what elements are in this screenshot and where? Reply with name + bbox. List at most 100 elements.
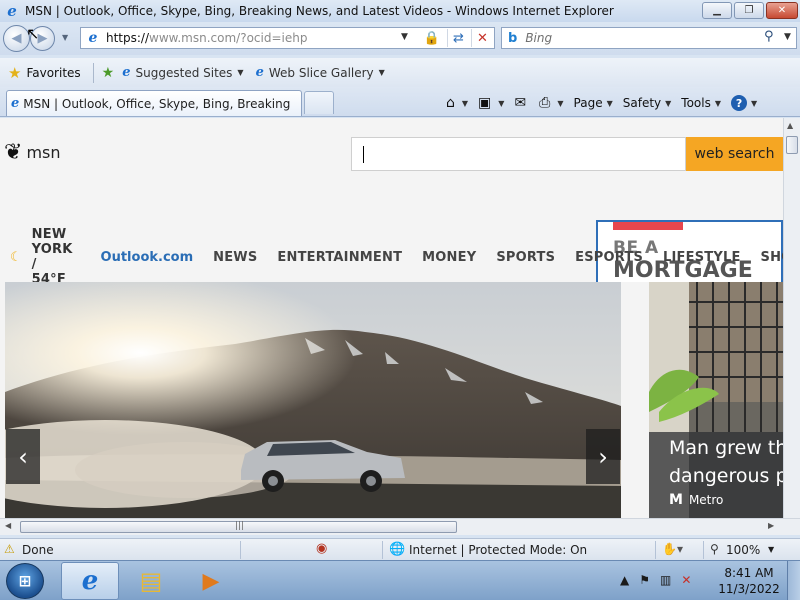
volume-muted-icon[interactable]: ✕ bbox=[681, 573, 691, 587]
side-story-card[interactable]: Man grew the dangerous p M Metro bbox=[649, 282, 783, 518]
system-tray: ▲ ⚑ ▥ ✕ bbox=[620, 573, 691, 587]
nav-lifestyle[interactable]: LIFESTYLE bbox=[663, 250, 741, 265]
horizontal-scroll-thumb[interactable]: ||| bbox=[20, 521, 457, 533]
help-button[interactable]: ? ▼ bbox=[731, 95, 757, 111]
windows-logo-icon: ⊞ bbox=[18, 572, 32, 590]
status-divider bbox=[240, 541, 241, 559]
popup-blocker-icon[interactable]: ✋▾ bbox=[662, 542, 683, 556]
msn-nav: ☾ NEW YORK / 54°F Outlook.com NEWS ENTER… bbox=[0, 227, 783, 287]
start-button[interactable]: ⊞ bbox=[6, 563, 44, 599]
page-menu-label: Page bbox=[573, 96, 603, 110]
nav-sports[interactable]: SPORTS bbox=[496, 250, 555, 265]
page-menu[interactable]: Page ▼ bbox=[574, 96, 613, 110]
network-icon[interactable]: ▥ bbox=[660, 573, 671, 587]
refresh-button[interactable]: ⇄ bbox=[447, 29, 469, 47]
carousel-gap bbox=[621, 282, 649, 518]
chevron-down-icon: ▼ bbox=[498, 98, 505, 108]
status-bar: ⚠ Done ◉ 🌐 Internet | Protected Mode: On… bbox=[0, 538, 800, 560]
close-button[interactable]: ✕ bbox=[766, 2, 798, 19]
nav-money[interactable]: MONEY bbox=[422, 250, 476, 265]
address-bar[interactable]: e https://www.msn.com/?ocid=iehp ▼ 🔒 ⇄ ✕ bbox=[80, 27, 495, 49]
system-clock[interactable]: 8:41 AM 11/3/2022 bbox=[718, 565, 780, 597]
url-host: www.msn.com bbox=[149, 31, 237, 45]
taskbar-media-player[interactable]: ▶ bbox=[182, 562, 240, 600]
url-prefix: https:// bbox=[106, 31, 150, 45]
taskbar-file-explorer[interactable]: ▤ bbox=[122, 562, 180, 600]
maximize-button[interactable]: ❐ bbox=[734, 2, 764, 19]
ie-icon: e bbox=[11, 96, 20, 111]
vertical-scrollbar[interactable]: ▲ bbox=[783, 118, 800, 518]
search-box[interactable]: b Bing ⚲ ▼ bbox=[501, 27, 797, 49]
back-arrow-icon: ◀ bbox=[11, 31, 22, 46]
hero-image bbox=[5, 282, 621, 518]
hero-carousel[interactable]: ‹ › bbox=[5, 282, 621, 518]
carousel-next-button[interactable]: › bbox=[586, 429, 620, 484]
lock-icon[interactable]: 🔒 bbox=[421, 29, 443, 47]
nav-shop[interactable]: SHOP bbox=[761, 250, 783, 265]
ie-icon: e bbox=[7, 2, 17, 20]
chevron-down-icon: ▼ bbox=[751, 98, 758, 108]
nav-esports[interactable]: ESPORTS bbox=[575, 250, 643, 265]
search-icon[interactable]: ⚲ bbox=[764, 29, 774, 44]
print-button[interactable]: ⎙ ▼ bbox=[539, 95, 563, 111]
vertical-scroll-thumb[interactable] bbox=[786, 136, 798, 154]
chevron-down-icon: ▼ bbox=[237, 68, 244, 77]
help-icon: ? bbox=[731, 95, 748, 111]
search-dropdown-icon[interactable]: ▼ bbox=[784, 32, 791, 42]
carousel-prev-button[interactable]: ‹ bbox=[6, 429, 40, 484]
show-hidden-icons[interactable]: ▲ bbox=[620, 573, 629, 587]
home-button[interactable]: ⌂ ▼ bbox=[446, 95, 468, 111]
tools-menu[interactable]: Tools ▼ bbox=[681, 96, 721, 110]
side-story-headline[interactable]: Man grew the dangerous p bbox=[669, 434, 783, 490]
url-text[interactable]: https://www.msn.com/?ocid=iehp bbox=[106, 31, 307, 45]
scroll-up-icon[interactable]: ▲ bbox=[787, 121, 793, 130]
warning-icon[interactable]: ⚠ bbox=[4, 542, 15, 556]
nav-entertainment[interactable]: ENTERTAINMENT bbox=[277, 250, 402, 265]
ie-icon: e bbox=[81, 566, 99, 596]
scroll-right-icon[interactable]: ▶ bbox=[768, 521, 774, 530]
zoom-dropdown-icon[interactable]: ▼ bbox=[768, 545, 774, 554]
stop-button[interactable]: ✕ bbox=[471, 29, 493, 47]
feeds-button[interactable]: ▣ ▼ bbox=[478, 95, 504, 111]
favorites-separator bbox=[92, 62, 94, 83]
msn-logo[interactable]: ❦ msn bbox=[4, 140, 61, 165]
metro-logo-icon: M bbox=[669, 492, 683, 508]
privacy-report-icon[interactable]: ◉ bbox=[316, 541, 327, 556]
recent-pages-dropdown[interactable]: ▼ bbox=[62, 33, 68, 42]
chevron-down-icon: ▼ bbox=[378, 68, 385, 77]
favorites-button[interactable]: ★ Favorites bbox=[8, 64, 81, 82]
add-to-favorites-icon[interactable]: ★ bbox=[102, 65, 115, 81]
moon-icon: ☾ bbox=[10, 249, 22, 265]
folder-icon: ▤ bbox=[139, 567, 163, 595]
favorites-label: Favorites bbox=[26, 65, 81, 80]
nav-news[interactable]: NEWS bbox=[213, 250, 257, 265]
ad-accent-bar bbox=[613, 222, 683, 230]
favorites-bar: ★ Favorites ★ e Suggested Sites ▼ e Web … bbox=[0, 58, 800, 87]
media-player-icon: ▶ bbox=[202, 568, 220, 594]
horizontal-scrollbar[interactable]: ◀ ||| ▶ bbox=[0, 518, 800, 535]
rss-icon: ▣ bbox=[478, 95, 492, 111]
chevron-down-icon: ▼ bbox=[714, 98, 722, 108]
zoom-level[interactable]: 100% bbox=[726, 543, 760, 557]
outlook-link[interactable]: Outlook.com bbox=[101, 250, 194, 265]
scroll-left-icon[interactable]: ◀ bbox=[5, 521, 11, 530]
web-slice-gallery-label: Web Slice Gallery bbox=[268, 65, 374, 80]
safety-menu[interactable]: Safety ▼ bbox=[623, 96, 672, 110]
weather-link[interactable]: NEW YORK / 54°F bbox=[32, 227, 73, 287]
read-mail-button[interactable]: ✉ bbox=[514, 95, 529, 111]
web-search-button[interactable]: web search bbox=[686, 137, 783, 171]
minimize-button[interactable]: ▁ bbox=[702, 2, 732, 19]
tab-msn[interactable]: e MSN | Outlook, Office, Skype, Bing, Br… bbox=[6, 90, 302, 116]
new-tab-button[interactable] bbox=[304, 91, 334, 114]
show-desktop-button[interactable] bbox=[787, 561, 800, 600]
url-dropdown-icon[interactable]: ▼ bbox=[401, 32, 408, 42]
chevron-down-icon: ▼ bbox=[665, 98, 672, 108]
url-path: /?ocid=iehp bbox=[236, 31, 308, 45]
web-slice-gallery-link[interactable]: e Web Slice Gallery ▼ bbox=[256, 65, 385, 80]
taskbar-internet-explorer[interactable]: e bbox=[61, 562, 119, 600]
web-search-input[interactable] bbox=[351, 137, 686, 171]
suggested-sites-link[interactable]: e Suggested Sites ▼ bbox=[122, 65, 243, 80]
suggested-sites-label: Suggested Sites bbox=[135, 65, 233, 80]
action-center-flag-icon[interactable]: ⚑ bbox=[639, 573, 650, 587]
security-zone[interactable]: Internet | Protected Mode: On bbox=[409, 543, 587, 557]
